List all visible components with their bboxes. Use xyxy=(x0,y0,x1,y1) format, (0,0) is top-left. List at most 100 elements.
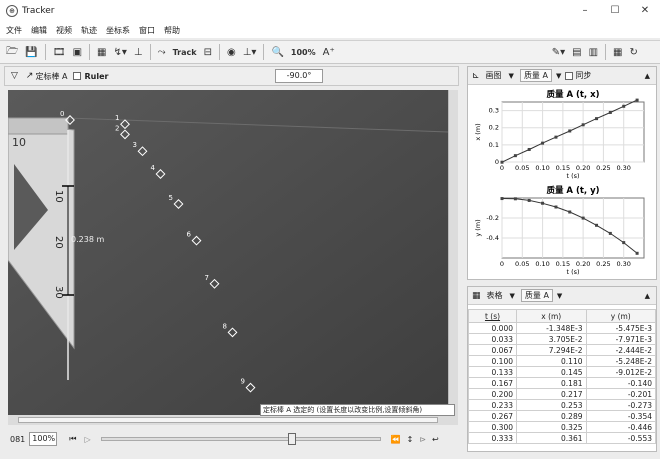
zoom-level[interactable]: 100% xyxy=(291,48,316,57)
cell-t[interactable]: 0.300 xyxy=(468,421,517,433)
data-point[interactable] xyxy=(513,154,517,158)
cell-x[interactable]: 0.325 xyxy=(516,421,587,433)
data-point[interactable] xyxy=(635,251,639,255)
table-row[interactable]: 0.233 0.253 -0.273 xyxy=(468,399,656,411)
notes-icon[interactable]: ▤ xyxy=(572,47,581,58)
chevron-down-icon[interactable]: ▼ xyxy=(556,72,561,80)
clip-settings-icon[interactable]: ▦ xyxy=(97,47,106,58)
font-size-icon[interactable]: A⁺ xyxy=(323,47,335,58)
pencil-icon[interactable]: ✎▾ xyxy=(552,47,565,58)
data-point[interactable] xyxy=(541,141,545,145)
cell-t[interactable]: 0.167 xyxy=(468,377,517,389)
table-row[interactable]: 0.067 7.294E-2 -2.444E-2 xyxy=(468,344,656,356)
data-point[interactable] xyxy=(554,205,558,209)
cell-t[interactable]: 0.100 xyxy=(468,355,517,367)
menu-help[interactable]: 帮助 xyxy=(164,25,180,36)
cell-y[interactable]: -0.354 xyxy=(585,410,656,422)
menu-video[interactable]: 视频 xyxy=(56,25,72,36)
cell-x[interactable]: 0.181 xyxy=(516,377,587,389)
menu-window[interactable]: 窗口 xyxy=(139,25,155,36)
table-row[interactable]: 0.333 0.361 -0.553 xyxy=(468,432,656,444)
calibration-stick-label[interactable]: 定标棒 A xyxy=(35,71,67,82)
video-viewport[interactable]: 10 10 20 30 0.238 m 0 1 2 3 4 5 6 7 8 9 xyxy=(8,90,448,415)
menu-file[interactable]: 文件 xyxy=(6,25,22,36)
angle-field[interactable]: -90.0° xyxy=(275,69,323,83)
menu-track[interactable]: 轨迹 xyxy=(81,25,97,36)
zoom-icon[interactable]: 🔍 xyxy=(271,47,283,58)
cell-y[interactable]: -2.444E-2 xyxy=(585,344,656,356)
data-point[interactable] xyxy=(581,123,585,127)
cell-t[interactable]: 0.033 xyxy=(468,333,517,345)
table-row[interactable]: 0.300 0.325 -0.446 xyxy=(468,421,656,433)
data-point[interactable] xyxy=(554,135,558,139)
step-forward-icon[interactable]: ⊳ xyxy=(419,435,426,444)
cell-x[interactable]: 0.253 xyxy=(516,399,587,411)
cell-t[interactable]: 0.267 xyxy=(468,410,517,422)
scroll-thumb[interactable] xyxy=(18,417,438,423)
video-horizontal-scrollbar[interactable] xyxy=(8,415,458,425)
cell-y[interactable]: -0.446 xyxy=(585,421,656,433)
data-point[interactable] xyxy=(622,241,626,245)
save-icon[interactable]: 💾 xyxy=(25,47,37,58)
table-row[interactable]: 0.200 0.217 -0.201 xyxy=(468,388,656,400)
grid-icon[interactable]: ▦ xyxy=(613,47,622,58)
cell-x[interactable]: 3.705E-2 xyxy=(516,333,587,345)
cell-y[interactable]: -0.201 xyxy=(585,388,656,400)
chevron-down-icon[interactable]: ▼ xyxy=(510,292,515,300)
table-row[interactable]: 0.167 0.181 -0.140 xyxy=(468,377,656,389)
sync-checkbox[interactable] xyxy=(565,71,574,80)
axes-visible-icon[interactable]: ⊥▾ xyxy=(243,47,257,58)
loop-icon[interactable]: ↩ xyxy=(432,435,439,444)
collapse-icon[interactable]: ▲ xyxy=(645,292,650,300)
plot-track-select[interactable]: 质量 A xyxy=(519,69,552,82)
data-point[interactable] xyxy=(527,147,531,151)
track-button[interactable]: Track xyxy=(173,48,197,57)
data-point[interactable] xyxy=(568,129,572,133)
cell-y[interactable]: -5.248E-2 xyxy=(585,355,656,367)
data-point[interactable] xyxy=(500,197,504,201)
data-point[interactable] xyxy=(622,104,626,108)
table-row[interactable]: 0.000 -1.348E-3 -5.475E-3 xyxy=(468,322,656,334)
collapse-icon[interactable]: ▲ xyxy=(645,72,650,80)
cell-x[interactable]: 7.294E-2 xyxy=(516,344,587,356)
cell-t[interactable]: 0.333 xyxy=(468,432,517,444)
close-button[interactable]: ✕ xyxy=(638,4,652,18)
player-zoom-field[interactable]: 100% xyxy=(29,432,58,446)
ruler-checkbox[interactable] xyxy=(73,72,82,80)
cell-t[interactable]: 0.200 xyxy=(468,388,517,400)
data-point[interactable] xyxy=(541,201,545,205)
minimize-button[interactable]: – xyxy=(578,4,592,18)
frame-slider[interactable] xyxy=(100,433,381,445)
maximize-button[interactable]: ☐ xyxy=(608,4,622,18)
cell-t[interactable]: 0.133 xyxy=(468,366,517,378)
cell-x[interactable]: 0.289 xyxy=(516,410,587,422)
data-point[interactable] xyxy=(608,231,612,235)
plot-view-button[interactable]: 画图 xyxy=(483,70,505,81)
menu-coords[interactable]: 坐标系 xyxy=(106,25,130,36)
data-point[interactable] xyxy=(635,98,639,102)
data-point[interactable] xyxy=(527,198,531,202)
open-icon[interactable]: 🗁 xyxy=(6,44,18,61)
table-track-select[interactable]: 质量 A xyxy=(520,289,553,302)
table-view-button[interactable]: 表格 xyxy=(484,290,506,301)
play-icon[interactable]: ▷ xyxy=(84,435,90,444)
cell-t[interactable]: 0.233 xyxy=(468,399,517,411)
export-icon[interactable]: ▣ xyxy=(73,47,82,58)
info-icon[interactable]: ▥ xyxy=(589,47,598,58)
cell-t[interactable]: 0.000 xyxy=(468,322,517,334)
cell-y[interactable]: -5.475E-3 xyxy=(585,322,656,334)
cell-x[interactable]: 0.217 xyxy=(516,388,587,400)
header-t[interactable]: t (s) xyxy=(468,309,517,323)
cell-y[interactable]: -7.971E-3 xyxy=(585,333,656,345)
header-x[interactable]: x (m) xyxy=(516,309,587,323)
data-point[interactable] xyxy=(581,216,585,220)
video-vertical-scrollbar[interactable] xyxy=(448,90,458,415)
slider-knob[interactable] xyxy=(287,433,296,445)
cell-y[interactable]: -9.012E-2 xyxy=(585,366,656,378)
collapse-icon[interactable]: ▽ xyxy=(11,71,18,81)
table-row[interactable]: 0.133 0.145 -9.012E-2 xyxy=(468,366,656,378)
table-row[interactable]: 0.033 3.705E-2 -7.971E-3 xyxy=(468,333,656,345)
plot-canvas[interactable]: 质量 A (t, x)0 0.05 0.10 0.15 0.20 0.25 0.3000.1… xyxy=(468,86,656,280)
open-video-icon[interactable]: 🎞 xyxy=(53,47,66,58)
cell-x[interactable]: -1.348E-3 xyxy=(516,322,587,334)
